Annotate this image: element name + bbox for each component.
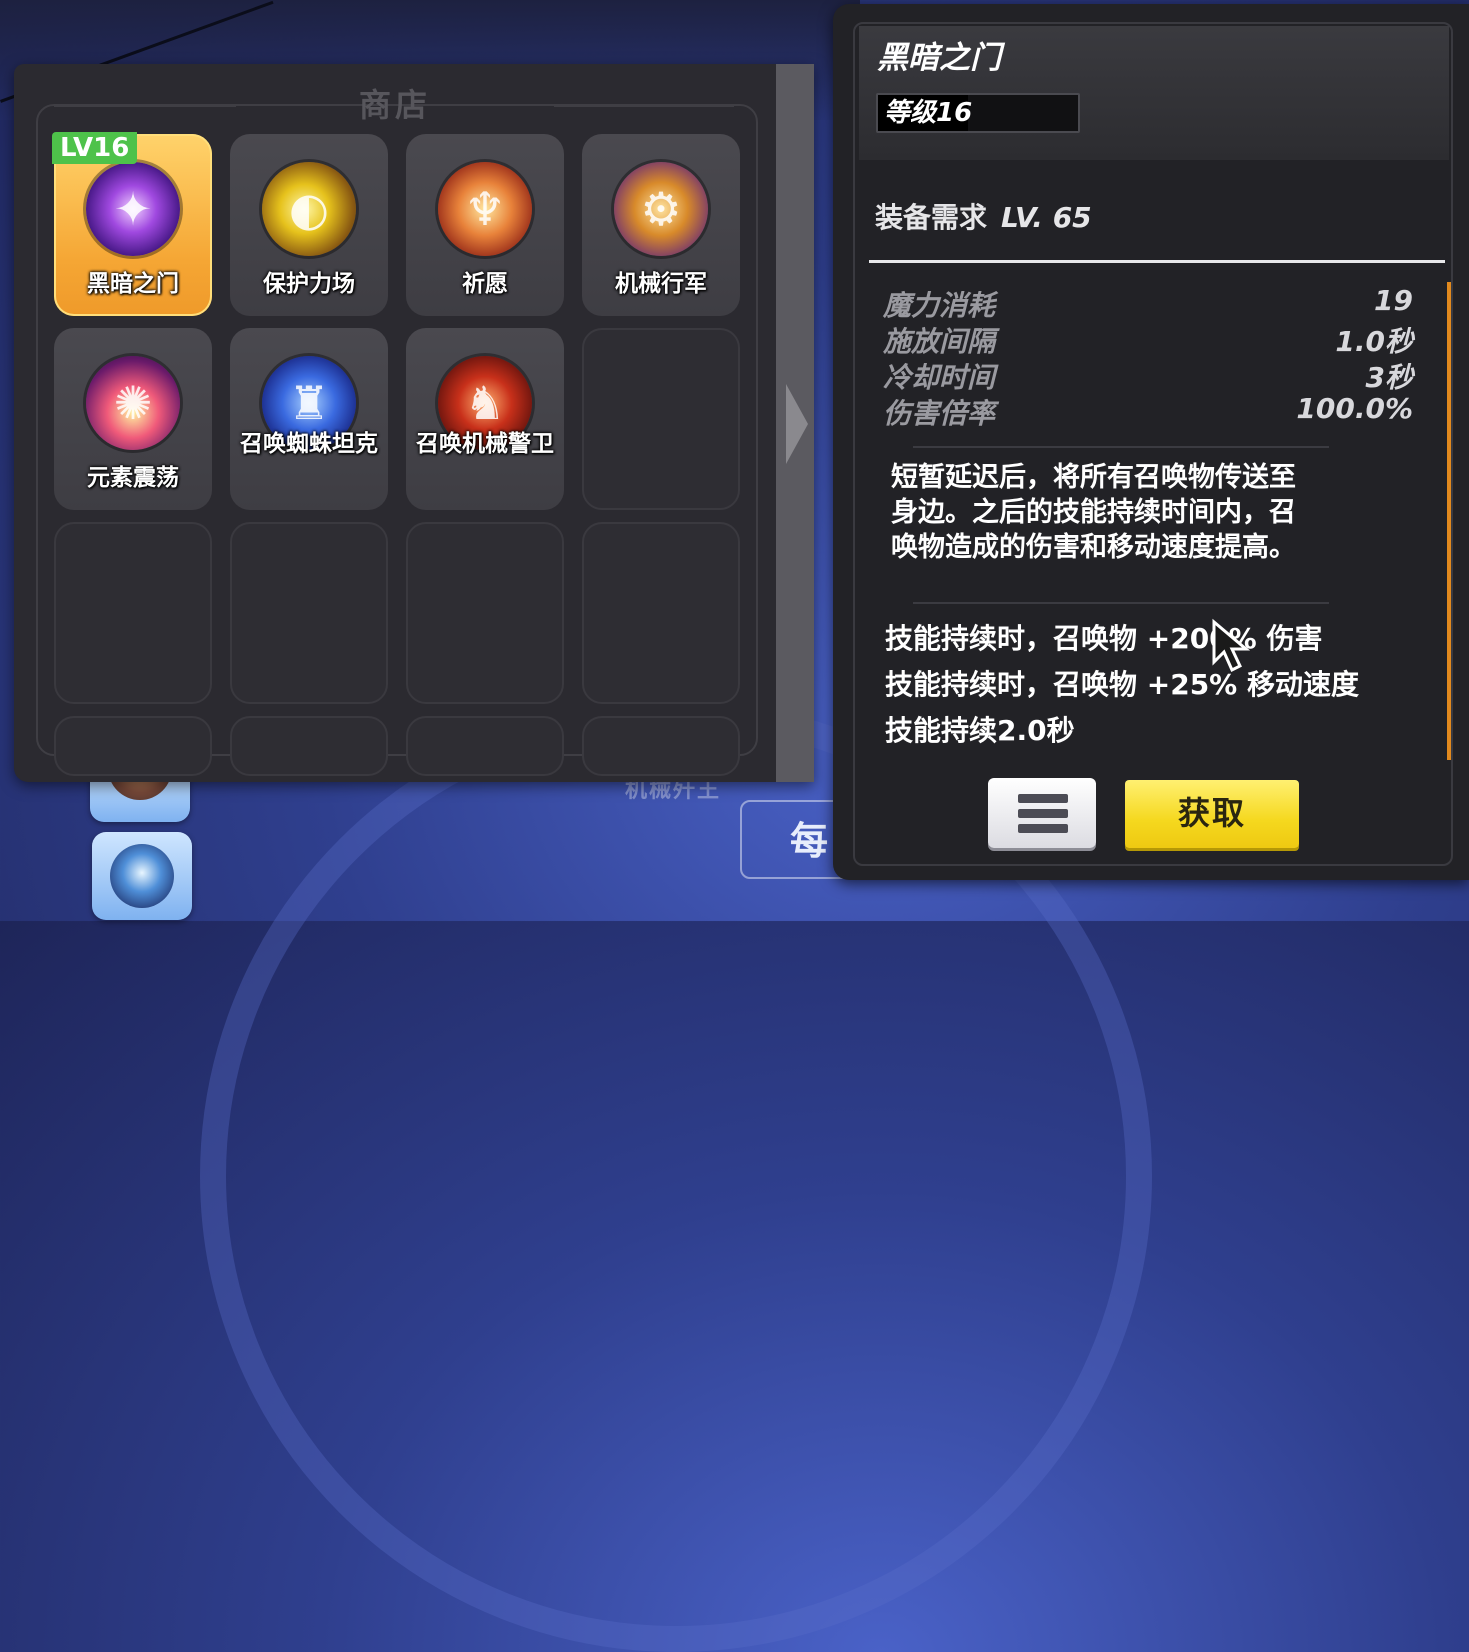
- shop-slot-empty[interactable]: [582, 522, 740, 704]
- level-badge: LV16: [52, 132, 138, 164]
- menu-icon: [1018, 809, 1068, 818]
- shop-item-elemental-shock[interactable]: ✺ 元素震荡: [54, 328, 212, 510]
- stats-divider: [913, 446, 1329, 448]
- requirement-value: LV. 65: [1001, 201, 1092, 234]
- equip-requirement: 装备需求 LV. 65: [875, 196, 1092, 236]
- stat-value: 19: [1374, 284, 1413, 317]
- shop-item-label: 召唤蜘蛛坦克: [240, 431, 378, 457]
- daily-label: 每: [790, 819, 829, 863]
- shop-item-mech-march[interactable]: ⚙ 机械行军: [582, 134, 740, 316]
- shop-slot-empty[interactable]: [230, 716, 388, 776]
- description-divider: [913, 602, 1329, 604]
- shop-panel: 商店 ✦ LV16 黑暗之门 ◐ 保护力场 ♆ 祈愿 ⚙ 机械行军 ✺ 元素震荡…: [14, 64, 814, 782]
- bottom-skill-icon-2[interactable]: [92, 832, 192, 920]
- scrollbar[interactable]: [1447, 282, 1451, 760]
- get-button-label: 获取: [1177, 794, 1246, 832]
- elemental-shock-icon: ✺: [86, 356, 180, 450]
- section-divider: [869, 260, 1445, 263]
- shop-slot-empty[interactable]: [406, 522, 564, 704]
- shop-item-label: 黑暗之门: [87, 271, 179, 297]
- get-button[interactable]: 获取: [1125, 780, 1299, 848]
- stat-value: 100.0%: [1296, 392, 1413, 425]
- shop-item-summon-spider-tank[interactable]: ♜ 召唤蜘蛛坦克: [230, 328, 388, 510]
- shop-item-label: 元素震荡: [87, 465, 179, 491]
- shop-item-label: 保护力场: [263, 271, 355, 297]
- stat-label: 冷却时间: [883, 361, 996, 394]
- stats-list: 魔力消耗 19 施放间隔 1.0秒 冷却时间 3秒 伤害倍率 100.0%: [883, 284, 1413, 430]
- level-label: 等级16: [884, 98, 973, 128]
- shop-item-summon-mech-guard[interactable]: ♞ 召唤机械警卫: [406, 328, 564, 510]
- shop-item-label: 祈愿: [462, 271, 508, 297]
- stat-row: 伤害倍率 100.0%: [883, 392, 1413, 430]
- buff-line: 技能持续时，召唤物 +25% 移动速度: [885, 668, 1359, 701]
- menu-icon: [1018, 794, 1068, 803]
- stat-value: 1.0秒: [1335, 325, 1413, 358]
- shop-slot-empty[interactable]: [54, 522, 212, 704]
- buff-line: 技能持续2.0秒: [885, 714, 1075, 747]
- level-bar: 等级16: [876, 93, 1080, 133]
- shop-slot-empty[interactable]: [406, 716, 564, 776]
- shop-slot-empty[interactable]: [582, 328, 740, 510]
- skill-description: 短暂延迟后，将所有召唤物传送至身边。之后的技能持续时间内，召唤物造成的伤害和移动…: [891, 462, 1296, 563]
- mech-march-icon: ⚙: [614, 162, 708, 256]
- buff-line: 技能持续时，召唤物 +200% 伤害: [885, 622, 1323, 655]
- buff-list: 技能持续时，召唤物 +200% 伤害 技能持续时，召唤物 +25% 移动速度 技…: [885, 616, 1405, 754]
- stat-label: 魔力消耗: [883, 289, 996, 322]
- shop-slot-empty[interactable]: [230, 522, 388, 704]
- shop-title: 商店: [358, 86, 431, 124]
- stat-label: 施放间隔: [883, 325, 996, 358]
- menu-button[interactable]: [988, 778, 1096, 848]
- shop-item-label: 机械行军: [615, 271, 707, 297]
- shield-icon: ◐: [262, 162, 356, 256]
- dark-gate-icon: ✦: [86, 162, 180, 256]
- stat-row: 施放间隔 1.0秒: [883, 320, 1413, 358]
- stat-label: 伤害倍率: [883, 397, 996, 430]
- prayer-icon: ♆: [438, 162, 532, 256]
- shop-arrow-icon[interactable]: [786, 384, 808, 464]
- shop-slot-empty[interactable]: [582, 716, 740, 776]
- shop-item-protection-field[interactable]: ◐ 保护力场: [230, 134, 388, 316]
- requirement-label: 装备需求: [875, 201, 988, 234]
- skill-title: 黑暗之门: [877, 40, 1001, 76]
- stat-value: 3秒: [1365, 361, 1413, 394]
- shop-item-dark-gate[interactable]: ✦ LV16 黑暗之门: [52, 132, 212, 316]
- skill-detail-panel: 黑暗之门 等级16 装备需求 LV. 65 魔力消耗 19 施放间隔 1.0秒 冷…: [833, 4, 1469, 880]
- stat-row: 魔力消耗 19: [883, 284, 1413, 322]
- shop-item-prayer[interactable]: ♆ 祈愿: [406, 134, 564, 316]
- menu-icon: [1018, 824, 1068, 833]
- stat-row: 冷却时间 3秒: [883, 356, 1413, 394]
- shop-item-label: 召唤机械警卫: [416, 431, 554, 457]
- shop-slot-empty[interactable]: [54, 716, 212, 776]
- mouse-cursor-icon: [1212, 618, 1251, 673]
